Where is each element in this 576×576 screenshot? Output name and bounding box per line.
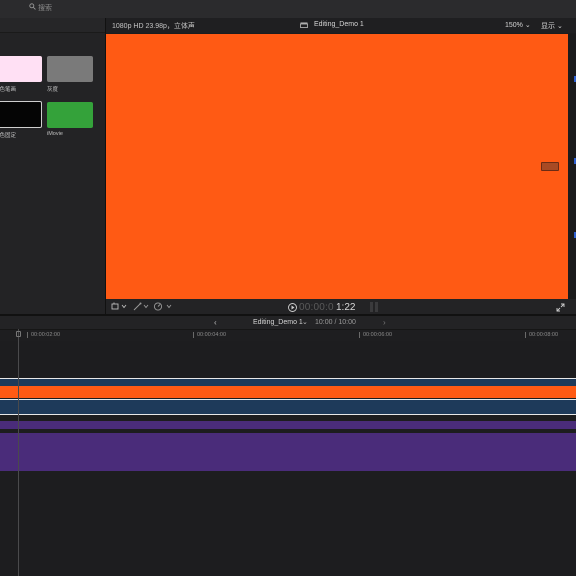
speedometer-icon[interactable] <box>153 302 173 311</box>
thumbnail-imovie[interactable] <box>47 102 93 128</box>
view-label: 显示 <box>541 23 555 30</box>
viewer-canvas[interactable] <box>106 34 568 299</box>
search-icon[interactable] <box>29 3 36 10</box>
magic-wand-icon[interactable] <box>133 302 149 311</box>
top-toolbar <box>0 0 576 19</box>
project-name[interactable]: Editing_Demo 1 <box>253 319 303 326</box>
chevron-down-icon[interactable]: ⌄ <box>302 318 308 326</box>
inspector-edge <box>568 34 576 299</box>
ruler-label: 00:00:04:00 <box>197 332 227 338</box>
onscreen-control-handle[interactable] <box>541 162 559 171</box>
crop-transform-icon[interactable] <box>111 302 127 311</box>
thumbnail-label: 彩色笔画 <box>0 87 17 93</box>
viewer-title: Editing_Demo 1 <box>314 21 364 28</box>
thumbnail-color-strokes[interactable] <box>0 56 42 82</box>
thumbnail-label: iMovie <box>47 131 63 137</box>
audio-meter-left <box>370 302 373 312</box>
chevron-down-icon: ⌄ <box>524 22 531 29</box>
ruler-label: 00:00:06:00 <box>363 332 393 338</box>
zoom-dropdown[interactable]: 150% ⌄ <box>505 21 531 29</box>
audio-meter-right <box>375 302 378 312</box>
search-input[interactable]: 搜索 <box>38 3 52 13</box>
thumbnail-black-solid[interactable] <box>0 101 42 128</box>
chevron-right-icon[interactable]: › <box>383 318 386 327</box>
chevron-down-icon: ⌄ <box>556 23 563 30</box>
thumbnail-grayscale[interactable] <box>47 56 93 82</box>
ruler-label: 00:00:08:00 <box>529 332 559 338</box>
project-duration: 10:00 / 10:00 <box>315 319 356 326</box>
ruler-tick <box>193 332 194 338</box>
ruler-tick <box>525 332 526 338</box>
playhead[interactable] <box>18 329 19 576</box>
clapperboard-icon <box>300 22 308 28</box>
audio-clip[interactable] <box>0 399 576 415</box>
chevron-left-icon[interactable]: ‹ <box>214 318 217 327</box>
video-clip[interactable] <box>0 386 576 398</box>
thumbnail-label: 灰度 <box>47 87 59 93</box>
music-clip[interactable] <box>0 421 576 429</box>
fullscreen-icon[interactable] <box>556 303 565 312</box>
play-button[interactable] <box>288 303 297 312</box>
timecode-display[interactable]: 1:22 <box>336 302 355 313</box>
music-clip-expanded[interactable] <box>0 433 576 471</box>
thumbnail-label: 黑色固定 <box>0 133 17 139</box>
browser-search-bar[interactable] <box>0 18 105 33</box>
ruler-label: 00:00:02:00 <box>31 332 61 338</box>
timecode-prefix: 00:00:0 <box>299 302 334 313</box>
zoom-value: 150% <box>505 22 523 29</box>
viewer-format-label: 1080p HD 23.98p，立体声 <box>112 23 195 30</box>
ruler-tick <box>359 332 360 338</box>
view-dropdown[interactable]: 显示 ⌄ <box>541 21 563 31</box>
ruler-tick <box>27 332 28 338</box>
playhead-handle[interactable] <box>16 331 21 337</box>
